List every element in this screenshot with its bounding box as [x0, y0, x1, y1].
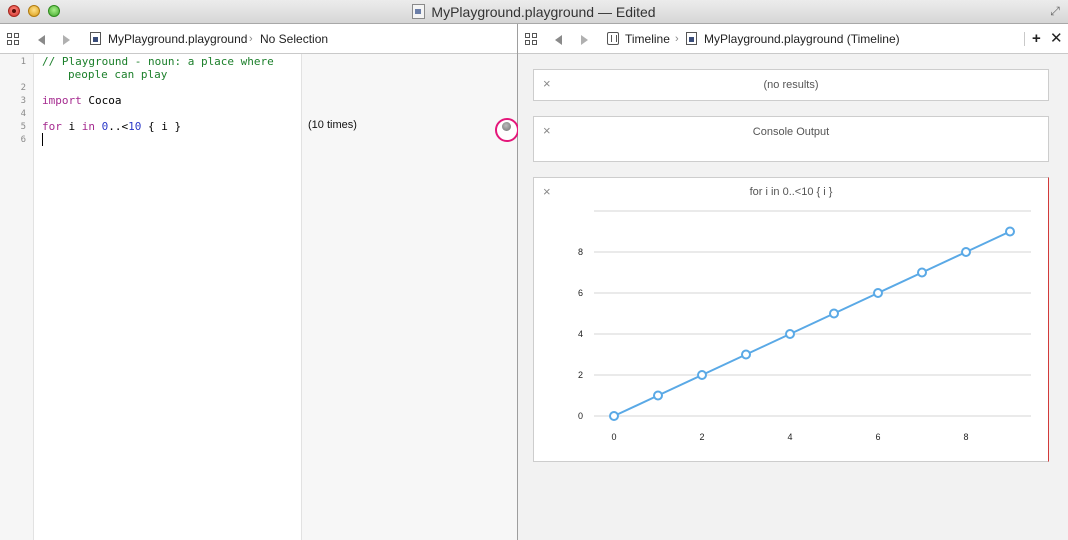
editor-jump-bar: MyPlayground.playground › No Selection	[0, 24, 517, 54]
line-number: 3	[20, 96, 26, 106]
range-operator: ..<	[108, 120, 129, 133]
assistant-jump-bar: Timeline › MyPlayground.playground (Time…	[518, 24, 1068, 54]
fullscreen-arrows-icon[interactable]: ⤢	[1048, 4, 1062, 18]
code-comment: // Playground - noun: a place where	[42, 55, 274, 68]
breadcrumb-chevron-icon: ›	[675, 33, 679, 45]
text-cursor	[42, 133, 43, 146]
module-name: Cocoa	[88, 94, 122, 107]
y-tick-label: 0	[578, 411, 583, 421]
breadcrumb-chevron-icon: ›	[249, 33, 253, 45]
keyword-in: in	[81, 120, 95, 133]
x-tick-label: 8	[963, 432, 968, 442]
console-output-card: × Console Output	[533, 116, 1049, 162]
code-line-for-loop: for i in 0..<10 { i }	[42, 120, 181, 133]
no-results-label: (no results)	[763, 79, 819, 91]
value-history-circle-button[interactable]	[495, 118, 519, 142]
playground-document-icon[interactable]	[412, 4, 426, 19]
data-point	[653, 390, 663, 401]
related-items-grid-icon[interactable]	[7, 33, 19, 45]
breadcrumb-timeline[interactable]: Timeline	[625, 24, 670, 54]
jump-bar-divider	[1024, 32, 1025, 46]
window-title: MyPlayground.playground — Edited	[431, 4, 656, 20]
code-line-import: import Cocoa	[42, 94, 122, 107]
breadcrumb-file[interactable]: MyPlayground.playground	[108, 24, 247, 54]
forward-arrow-icon[interactable]	[63, 35, 70, 45]
y-tick-label: 2	[578, 370, 583, 380]
loop-body: { i }	[148, 120, 182, 133]
y-tick-label: 4	[578, 329, 583, 339]
data-point	[1005, 226, 1015, 237]
timeline-pane: × (no results) × Console Output × for i …	[518, 54, 1068, 540]
data-point	[697, 370, 707, 380]
data-point	[785, 329, 795, 339]
loop-variable: i	[68, 120, 76, 133]
data-point	[609, 411, 619, 421]
data-point	[961, 247, 971, 257]
y-tick-label: 6	[578, 288, 583, 298]
line-number-gutter: 1 2 3 4 5 6	[0, 54, 34, 540]
add-assistant-editor-plus-icon[interactable]: +	[1032, 24, 1041, 54]
no-results-card: × (no results)	[533, 69, 1049, 101]
source-editor[interactable]: // Playground - noun: a place where peop…	[42, 54, 300, 540]
keyword-import: import	[42, 94, 82, 107]
related-items-grid-icon[interactable]	[525, 33, 537, 45]
value-history-chart: 0 2 4 6 8 0 2 4 6 8	[578, 210, 1031, 442]
data-point	[741, 349, 751, 360]
x-tick-label: 4	[787, 432, 792, 442]
timeline-icon	[607, 32, 619, 45]
x-tick-label: 2	[699, 432, 704, 442]
data-point	[917, 267, 927, 278]
line-number: 6	[20, 135, 26, 145]
code-comment-continued: people can play	[68, 68, 168, 81]
x-tick-label: 6	[875, 432, 880, 442]
line-number: 4	[20, 109, 26, 119]
line-number: 5	[20, 122, 26, 132]
back-arrow-icon[interactable]	[555, 35, 562, 45]
breadcrumb-selection[interactable]: No Selection	[260, 24, 328, 54]
playground-file-icon	[90, 32, 101, 45]
line-number: 2	[20, 83, 26, 93]
keyword-for: for	[42, 120, 62, 133]
playground-file-icon	[686, 32, 697, 45]
range-end: 10	[128, 120, 142, 133]
title-bar: MyPlayground.playground — Edited ⤢	[0, 0, 1068, 24]
console-output-label: Console Output	[752, 126, 830, 138]
data-point	[873, 288, 883, 298]
series-line	[613, 230, 1011, 417]
x-tick-label: 0	[611, 432, 616, 442]
close-assistant-editor-icon[interactable]: ✕	[1050, 24, 1063, 54]
result-value-line-5[interactable]: (10 times)	[308, 119, 357, 131]
results-sidebar: (10 times)	[301, 54, 517, 540]
value-history-graph-card: × for i in 0..<10 { i } 0246802468	[533, 177, 1049, 462]
back-arrow-icon[interactable]	[38, 35, 45, 45]
window-title-area: MyPlayground.playground — Edited	[0, 0, 1068, 24]
line-number: 1	[20, 57, 26, 67]
y-tick-label: 8	[578, 247, 583, 257]
breadcrumb-timeline-file[interactable]: MyPlayground.playground (Timeline)	[704, 24, 900, 54]
data-point	[829, 308, 839, 319]
forward-arrow-icon[interactable]	[581, 35, 588, 45]
